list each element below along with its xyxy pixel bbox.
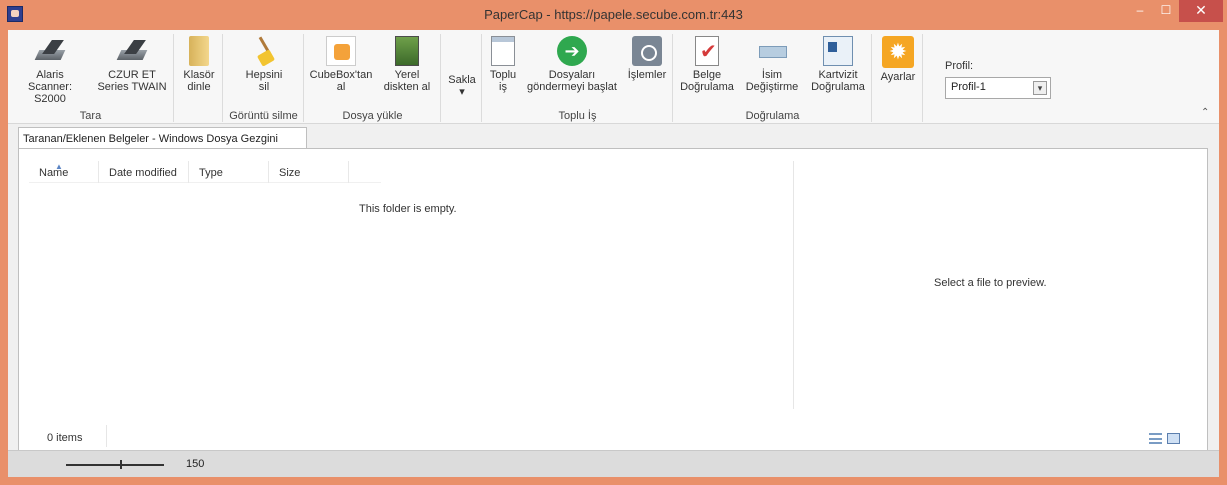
document-check-icon (695, 36, 719, 66)
broom-icon (249, 36, 279, 66)
preview-message: Select a file to preview. (934, 277, 1047, 289)
local-disk-label: Yerel diskten al (383, 69, 431, 93)
profile-select[interactable]: Profil-1 ▾ (945, 77, 1051, 99)
empty-folder-message: This folder is empty. (359, 203, 457, 215)
column-header-type[interactable]: Type (189, 161, 269, 183)
group-label-upload: Dosya yükle (342, 110, 403, 122)
ribbon-group-folder: Klasör dinle (175, 34, 223, 122)
hide-label: Sakla ▾ (448, 74, 476, 98)
rename-button[interactable]: İsim Değiştirme (740, 34, 804, 93)
column-header-name[interactable]: ▲ Name (29, 161, 99, 183)
delete-all-label: Hepsini sil (245, 69, 283, 93)
zoom-value: 150 (186, 458, 205, 470)
close-button[interactable]: ✕ (1179, 0, 1223, 22)
scanner-icon (35, 36, 65, 66)
batch-button[interactable]: Toplu iş (485, 34, 521, 93)
ribbon-group-scan: Alaris Scanner: S2000 CZUR ET Series TWA… (8, 34, 174, 122)
column-headers: ▲ Name Date modified Type Size (29, 161, 381, 183)
scanner-icon (117, 36, 147, 66)
app-client-area: Alaris Scanner: S2000 CZUR ET Series TWA… (8, 30, 1219, 477)
zoom-slider[interactable] (66, 464, 164, 466)
ribbon-group-delete: Hepsini sil Görüntü silme (224, 34, 304, 122)
sort-ascending-icon: ▲ (55, 162, 63, 171)
alaris-scanner-button[interactable]: Alaris Scanner: S2000 (12, 34, 88, 105)
start-sending-label: Dosyaları göndermeyi başlat (527, 69, 617, 93)
cubebox-button[interactable]: CubeBox'tan al (307, 34, 375, 93)
column-header-size[interactable]: Size (269, 161, 349, 183)
watch-folder-label: Klasör dinle (183, 69, 215, 93)
minimize-button[interactable]: – (1127, 0, 1153, 22)
zoom-slider-thumb[interactable] (120, 460, 122, 469)
ribbon-group-upload: CubeBox'tan al Yerel diskten al Dosya yü… (305, 34, 441, 122)
jobs-icon (632, 36, 662, 66)
profile-selected-value: Profil-1 (951, 81, 986, 93)
maximize-button[interactable]: ☐ (1153, 0, 1179, 22)
file-list[interactable]: ▲ Name Date modified Type Size This fold… (29, 161, 793, 409)
czur-scanner-button[interactable]: CZUR ET Series TWAIN (94, 34, 170, 93)
tab-documents-explorer[interactable]: Taranan/Eklenen Belgeler - Windows Dosya… (18, 127, 307, 149)
file-explorer: ▲ Name Date modified Type Size This fold… (18, 148, 1208, 470)
preview-pane: Select a file to preview. (793, 161, 1199, 409)
start-sending-button[interactable]: Dosyaları göndermeyi başlat (523, 34, 621, 93)
profile-label: Profil: (945, 60, 974, 72)
send-arrow-icon (557, 36, 587, 66)
group-label-verify: Doğrulama (745, 110, 800, 122)
collapse-ribbon-icon[interactable]: ⌃ (1201, 107, 1209, 118)
jobs-label: İşlemler (627, 69, 667, 81)
local-disk-button[interactable]: Yerel diskten al (375, 34, 439, 93)
rename-label: İsim Değiştirme (745, 69, 799, 93)
group-label-scan: Tara (79, 110, 102, 122)
settings-label: Ayarlar (880, 71, 916, 83)
ribbon: Alaris Scanner: S2000 CZUR ET Series TWA… (8, 30, 1219, 124)
czur-scanner-label: CZUR ET Series TWAIN (97, 69, 167, 93)
rename-icon (757, 36, 787, 66)
cubebox-label: CubeBox'tan al (309, 69, 373, 93)
document-verify-label: Belge Doğrulama (680, 69, 734, 93)
local-disk-icon (395, 36, 419, 66)
batch-icon (491, 36, 515, 66)
title-bar: PaperCap - https://papele.secube.com.tr:… (0, 0, 1227, 30)
watch-folder-button[interactable]: Klasör dinle (177, 34, 221, 93)
window-title: PaperCap - https://papele.secube.com.tr:… (484, 7, 743, 22)
column-header-date-modified[interactable]: Date modified (99, 161, 189, 183)
ribbon-group-hide: Sakla ▾ (442, 34, 482, 122)
batch-label: Toplu iş (489, 69, 517, 93)
group-label-batch: Toplu İş (558, 110, 597, 122)
alaris-scanner-label: Alaris Scanner: S2000 (27, 69, 73, 105)
settings-button[interactable]: Ayarlar (875, 34, 921, 83)
group-label-delete: Görüntü silme (229, 110, 298, 122)
ribbon-group-verify: Belge Doğrulama İsim Değiştirme Kartvizi… (674, 34, 872, 122)
delete-all-button[interactable]: Hepsini sil (230, 34, 298, 93)
ribbon-group-settings: Ayarlar (873, 34, 923, 122)
jobs-button[interactable]: İşlemler (623, 34, 671, 81)
item-count: 0 items (47, 432, 83, 444)
bottom-bar: 150 (8, 450, 1219, 477)
status-divider (106, 425, 107, 447)
folder-icon (189, 36, 209, 66)
ribbon-group-batch: Toplu iş Dosyaları göndermeyi başlat İşl… (483, 34, 673, 122)
column-name-label: Name (39, 167, 69, 179)
document-verify-button[interactable]: Belge Doğrulama (676, 34, 738, 93)
details-view-icon[interactable] (1149, 433, 1162, 444)
hide-dropdown-button[interactable]: Sakla ▾ (444, 74, 480, 98)
cubebox-icon (326, 36, 356, 66)
settings-gear-icon (882, 36, 914, 68)
business-card-verify-button[interactable]: Kartvizit Doğrulama (806, 34, 870, 93)
business-card-verify-label: Kartvizit Doğrulama (811, 69, 865, 93)
large-icons-view-icon[interactable] (1167, 433, 1180, 444)
business-card-icon (823, 36, 853, 66)
chevron-down-icon[interactable]: ▾ (1033, 81, 1047, 95)
